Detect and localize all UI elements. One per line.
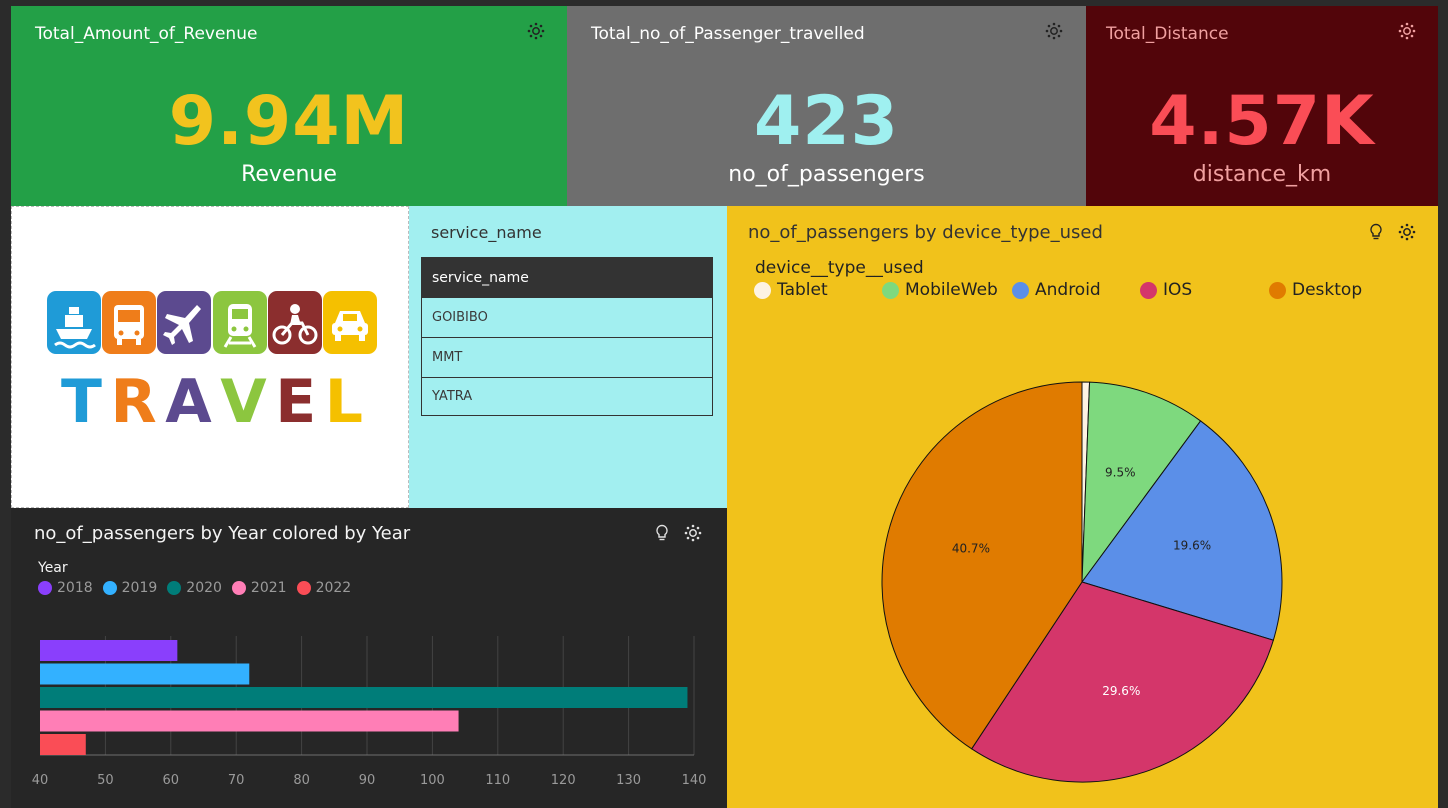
pie-data-label: 9.5% (1105, 465, 1136, 479)
bar-2021[interactable] (40, 710, 459, 732)
kpi-label: distance_km (1192, 162, 1332, 187)
logo-letter: A (165, 367, 212, 437)
gear-icon[interactable] (1398, 22, 1416, 40)
bar-2022[interactable] (40, 734, 86, 755)
logo-text: TRAVEL (47, 367, 377, 437)
bar-2019[interactable] (40, 663, 250, 685)
bar-2020[interactable] (40, 687, 688, 708)
filter-title: service_name (431, 223, 542, 242)
kpi-distance-tile[interactable]: Total_Distance 4.57K distance_km (1086, 6, 1438, 206)
kpi-revenue-tile[interactable]: Total_Amount_of_Revenue 9.94M Revenue (11, 6, 567, 206)
kpi-label: Revenue (241, 162, 337, 187)
car-icon (323, 291, 377, 354)
pie-data-label: 29.6% (1102, 684, 1140, 698)
pie-chart: 9.5% 19.6% 29.6% 40.7% (881, 381, 1283, 783)
ship-icon (47, 291, 101, 354)
pie-panel: no_of_passengers by device_type_used dev… (727, 206, 1438, 808)
train-icon (212, 291, 267, 354)
logo-letter: L (324, 367, 363, 437)
bar-chart (40, 636, 695, 756)
bar-panel: no_of_passengers by Year colored by Year… (11, 508, 727, 808)
service-row-yatra[interactable]: YATRA (421, 377, 713, 416)
kpi-title: Total_Distance (1106, 24, 1229, 44)
dashboard: Total_Amount_of_Revenue 9.94M Revenue To… (0, 0, 1448, 808)
gear-icon[interactable] (1045, 22, 1063, 40)
service-row-goibibo[interactable]: GOIBIBO (421, 297, 713, 338)
travel-logo: TRAVEL (47, 291, 377, 441)
service-table: service_name GOIBIBO MMT YATRA (421, 257, 713, 416)
kpi-value: 423 (754, 82, 899, 161)
service-filter-tile: service_name service_name GOIBIBO MMT YA… (409, 206, 727, 508)
pie-data-label: 19.6% (1173, 538, 1211, 552)
logo-letter: E (275, 367, 317, 437)
kpi-title: Total_Amount_of_Revenue (35, 24, 258, 44)
bar-2018[interactable] (40, 640, 178, 661)
travel-logo-tile: TRAVEL (11, 206, 409, 508)
kpi-label: no_of_passengers (728, 162, 925, 187)
kpi-passengers-tile[interactable]: Total_no_of_Passenger_travelled 423 no_o… (567, 6, 1086, 206)
logo-letter: V (220, 367, 267, 437)
logo-letter: R (110, 367, 157, 437)
kpi-value: 4.57K (1149, 82, 1375, 161)
kpi-title: Total_no_of_Passenger_travelled (591, 24, 865, 44)
service-table-header[interactable]: service_name (421, 257, 713, 298)
motorbike-icon (267, 291, 322, 354)
logo-icon-row (47, 291, 377, 354)
gear-icon[interactable] (527, 22, 545, 40)
logo-letter: T (61, 367, 102, 437)
plane-icon (157, 291, 212, 354)
service-row-mmt[interactable]: MMT (421, 337, 713, 378)
pie-data-label: 40.7% (952, 542, 990, 556)
kpi-value: 9.94M (168, 82, 410, 161)
bus-icon (102, 291, 157, 354)
